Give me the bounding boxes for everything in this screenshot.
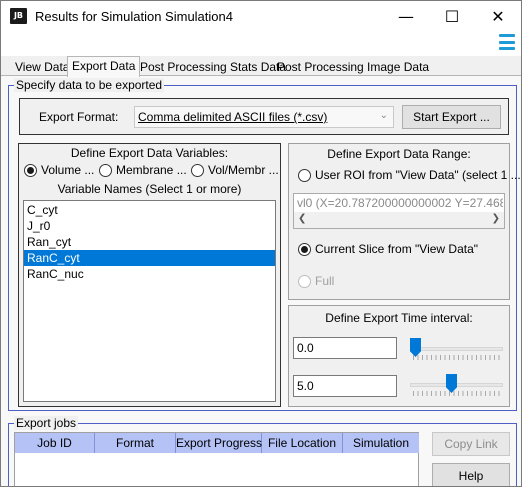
list-item[interactable]: J_r0 [24,218,275,234]
slider-ticks [413,355,501,360]
tab-post-processing-image-data[interactable]: Post Processing Image Data [273,58,433,76]
current-slice-label: Current Slice from "View Data" [315,242,479,256]
menu-bar [1,32,521,56]
column-header-export-progress[interactable]: Export Progress [176,433,262,453]
hamburger-menu-icon[interactable] [499,34,515,50]
roi-list[interactable]: vl0 (X=20.787200000000002 Y=27.468799 ❮ … [293,193,505,229]
results-window: JB Results for Simulation Simulation4 — … [0,0,522,487]
tab-export-data[interactable]: Export Data [67,56,141,77]
export-format-label: Export Format: [39,110,119,124]
close-button[interactable]: ✕ [475,1,521,32]
radio-unselected-icon [298,168,311,182]
list-item[interactable]: Ran_cyt [24,234,275,250]
variable-names-label: Variable Names (Select 1 or more) [57,182,242,196]
column-header-simulation[interactable]: Simulation [343,433,419,453]
time-header: Define Export Time interval: [325,311,473,325]
time-start-slider[interactable] [410,337,504,363]
membrane-radio-label: Membrane ... [116,163,187,177]
roi-horizontal-scrollbar[interactable]: ❮ ❯ [294,212,504,228]
title-bar: JB Results for Simulation Simulation4 — … [1,1,521,32]
time-end-slider[interactable] [410,373,504,399]
column-header-format[interactable]: Format [95,433,176,453]
variables-header: Define Export Data Variables: [70,146,229,160]
radio-selected-icon [24,163,37,177]
export-jobs-legend: Export jobs [14,416,79,430]
copy-link-button[interactable]: Copy Link [432,432,510,456]
export-format-select[interactable]: Comma delimited ASCII files (*.csv) ⌄ [134,106,394,128]
scroll-left-icon[interactable]: ❮ [298,213,306,224]
scroll-right-icon[interactable]: ❯ [492,213,500,224]
list-item[interactable]: C_cyt [24,202,275,218]
volume-radio-label: Volume ... [41,163,95,177]
user-roi-label: User ROI from "View Data" (select 1 ... [315,168,521,182]
list-item[interactable]: RanC_nuc [24,266,275,282]
tab-view-data[interactable]: View Data [11,58,73,76]
vol-membr-radio-label: Vol/Membr ... [208,163,279,177]
start-export-button[interactable]: Start Export ... [402,105,501,129]
chevron-down-icon: ⌄ [379,110,388,121]
slider-track [410,347,503,351]
slider-ticks [413,391,501,396]
radio-unselected-icon [99,163,112,177]
minimize-icon: — [398,7,414,26]
membrane-radio[interactable]: Membrane ... [99,163,187,177]
volume-radio[interactable]: Volume ... [24,163,94,177]
list-item-selected[interactable]: RanC_cyt [24,250,275,266]
variable-names-list[interactable]: C_cyt J_r0 Ran_cyt RanC_cyt RanC_nuc [23,200,276,402]
specify-data-legend: Specify data to be exported [14,78,165,92]
maximize-button[interactable]: ☐ [429,1,475,32]
full-radio[interactable]: Full [298,274,334,288]
tab-post-processing-stats-data[interactable]: Post Processing Stats Data [136,58,290,76]
current-slice-radio[interactable]: Current Slice from "View Data" [298,242,478,256]
minimize-button[interactable]: — [383,1,429,32]
tab-strip: View Data Export Data Post Processing St… [1,56,521,77]
full-label: Full [315,274,335,288]
vol-membr-radio[interactable]: Vol/Membr ... [191,163,279,177]
export-format-panel: Export Format: Comma delimited ASCII fil… [19,98,509,135]
app-logo-icon: JB [10,8,27,24]
column-header-job-id[interactable]: Job ID [15,433,95,453]
export-variables-panel: Define Export Data Variables: Volume ...… [18,143,281,407]
window-title: Results for Simulation Simulation4 [35,9,233,24]
export-format-value: Comma delimited ASCII files (*.csv) [138,110,328,124]
radio-unselected-icon [298,274,311,288]
export-jobs-table[interactable]: Job ID Format Export Progress File Locat… [14,432,419,486]
time-end-field[interactable]: 5.0 [293,375,397,397]
export-time-panel: Define Export Time interval: 0.0 5.0 [288,305,510,407]
help-button[interactable]: Help [432,463,510,486]
range-header: Define Export Data Range: [327,147,471,161]
export-range-panel: Define Export Data Range: User ROI from … [288,143,521,300]
radio-unselected-icon [191,163,204,177]
user-roi-radio[interactable]: User ROI from "View Data" (select 1 ... [298,168,521,182]
radio-selected-icon [298,242,311,256]
column-header-file-location[interactable]: File Location [262,433,343,453]
close-icon: ✕ [491,7,505,26]
variable-list-items: C_cyt J_r0 Ran_cyt RanC_cyt RanC_nuc [24,201,275,282]
maximize-icon: ☐ [444,7,460,26]
time-start-field[interactable]: 0.0 [293,337,397,359]
roi-item[interactable]: vl0 (X=20.787200000000002 Y=27.468799 [297,196,503,210]
